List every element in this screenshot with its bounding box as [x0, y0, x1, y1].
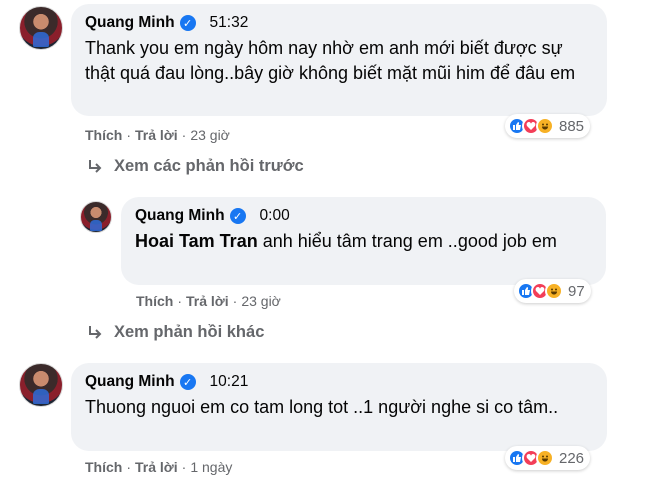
video-timestamp[interactable]: 51:32	[210, 14, 249, 32]
reply-button[interactable]: Trả lời	[135, 459, 178, 475]
reaction-count: 885	[559, 117, 585, 135]
view-previous-replies-label[interactable]: Xem các phản hồi trước	[114, 157, 304, 176]
commenter-name[interactable]: Quang Minh	[85, 373, 175, 391]
reactions-summary[interactable]: 226	[505, 446, 591, 470]
avatar[interactable]	[80, 201, 112, 233]
haha-reaction-icon	[545, 282, 563, 300]
comment-age[interactable]: 1 ngày	[190, 459, 232, 475]
separator: ·	[177, 293, 183, 309]
view-more-replies-link[interactable]: Xem phản hồi khác	[86, 323, 264, 342]
haha-reaction-icon	[536, 449, 554, 467]
comment-age[interactable]: 23 giờ	[241, 293, 281, 309]
separator: ·	[232, 293, 238, 309]
reply-button[interactable]: Trả lời	[186, 293, 229, 309]
comment-text: Thuong nguoi em co tam long tot ..1 ngườ…	[85, 397, 559, 417]
like-button[interactable]: Thích	[85, 459, 122, 475]
video-timestamp[interactable]: 0:00	[260, 207, 290, 225]
video-timestamp[interactable]: 10:21	[210, 373, 249, 391]
avatar[interactable]	[19, 6, 63, 50]
mention-link[interactable]: Hoai Tam Tran	[135, 231, 258, 251]
reply-arrow-icon	[89, 159, 102, 173]
reactions-summary[interactable]: 97	[514, 279, 591, 303]
comment-actions: Thích · Trả lời · 1 ngày	[85, 459, 232, 475]
reply-arrow-icon	[89, 325, 102, 339]
verified-badge-icon: ✓	[179, 15, 196, 31]
verified-badge-icon: ✓	[179, 374, 196, 390]
commenter-name[interactable]: Quang Minh	[135, 207, 225, 225]
comment-bubble: Quang Minh ✓ 0:00 Hoai Tam Tran anh hiểu…	[121, 197, 606, 285]
comment-bubble: Quang Minh ✓ 10:21 Thuong nguoi em co ta…	[71, 363, 607, 451]
comment-actions: Thích · Trả lời · 23 giờ	[136, 293, 281, 309]
like-button[interactable]: Thích	[136, 293, 173, 309]
comment-age[interactable]: 23 giờ	[190, 127, 230, 143]
reactions-summary[interactable]: 885	[505, 114, 591, 138]
comment-text: Hoai Tam Tran anh hiểu tâm trang em ..go…	[135, 229, 592, 254]
comment-actions: Thích · Trả lời · 23 giờ	[85, 127, 230, 143]
separator: ·	[126, 459, 132, 475]
separator: ·	[181, 127, 187, 143]
separator: ·	[181, 459, 187, 475]
reaction-count: 97	[568, 282, 585, 300]
separator: ·	[126, 127, 132, 143]
commenter-name[interactable]: Quang Minh	[85, 14, 175, 32]
reaction-count: 226	[559, 449, 585, 467]
comment-text-body: anh hiểu tâm trang em ..good job em	[257, 231, 557, 251]
reply-button[interactable]: Trả lời	[135, 127, 178, 143]
like-button[interactable]: Thích	[85, 127, 122, 143]
comment-text: Thank you em ngày hôm nay nhờ em anh mới…	[85, 38, 576, 83]
comment-bubble: Quang Minh ✓ 51:32 Thank you em ngày hôm…	[71, 4, 607, 116]
view-previous-replies-link[interactable]: Xem các phản hồi trước	[86, 157, 304, 176]
verified-badge-icon: ✓	[229, 208, 246, 224]
view-more-replies-label[interactable]: Xem phản hồi khác	[114, 323, 264, 342]
avatar[interactable]	[19, 363, 63, 407]
haha-reaction-icon	[536, 117, 554, 135]
